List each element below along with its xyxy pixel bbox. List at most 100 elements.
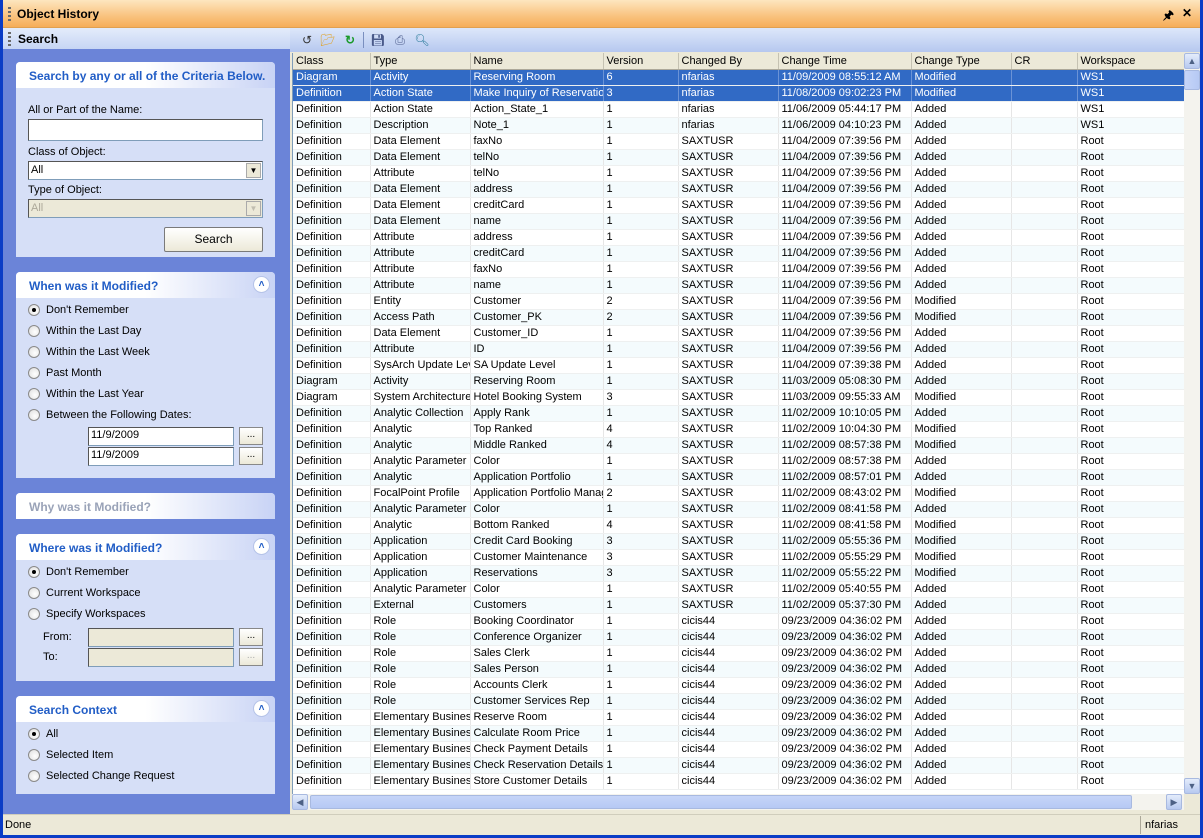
when-option-dont-remember[interactable]: Don't Remember xyxy=(28,304,129,316)
table-row[interactable]: Definition Entity Customer 2 SAXTUSR 11/04/20… xyxy=(293,293,1184,310)
when-option-last-year[interactable]: Within the Last Year xyxy=(28,388,144,400)
table-row[interactable]: Definition Description Note_1 1 nfarias 11/06… xyxy=(293,117,1184,134)
when-option-last-day[interactable]: Within the Last Day xyxy=(28,325,141,337)
radio-icon[interactable] xyxy=(28,367,40,379)
date-from-picker-button[interactable]: ... xyxy=(239,427,263,445)
refresh-icon[interactable]: ↻ xyxy=(342,32,358,48)
table-row[interactable]: Definition Access Path Customer_PK 2 SAXTUSR… xyxy=(293,309,1184,326)
radio-icon[interactable] xyxy=(28,388,40,400)
table-row[interactable]: Definition Analytic Middle Ranked 4 SAXTUSR 1… xyxy=(293,437,1184,454)
chevron-down-icon[interactable]: ▼ xyxy=(246,201,261,216)
table-row[interactable]: Diagram System Architecture Hotel Booking … xyxy=(293,389,1184,406)
table-row[interactable]: Definition Attribute name 1 SAXTUSR 11/04/200… xyxy=(293,277,1184,294)
vertical-scroll-thumb[interactable] xyxy=(1184,70,1200,90)
column-header-type[interactable]: Type xyxy=(370,53,471,70)
when-option-last-week[interactable]: Within the Last Week xyxy=(28,346,150,358)
radio-selected-icon[interactable] xyxy=(28,566,40,578)
find-icon[interactable]: 🔍︎ xyxy=(414,32,430,48)
vertical-scrollbar[interactable]: ▲ ▼ xyxy=(1184,53,1200,794)
table-row[interactable]: Definition Elementary Busines: Check Payme… xyxy=(293,741,1184,758)
date-from-input[interactable]: 11/9/2009 xyxy=(88,427,234,446)
collapse-icon[interactable]: ˄ xyxy=(253,700,270,717)
radio-selected-icon[interactable] xyxy=(28,304,40,316)
table-row[interactable]: Definition Data Element address 1 SAXTUSR 11/… xyxy=(293,181,1184,198)
history-icon[interactable]: ↺ xyxy=(299,32,315,48)
table-row[interactable]: Definition Attribute faxNo 1 SAXTUSR 11/04/20… xyxy=(293,261,1184,278)
close-icon[interactable]: ✕ xyxy=(1182,6,1192,27)
when-option-between-dates[interactable]: Between the Following Dates: xyxy=(28,409,192,421)
search-button[interactable]: Search xyxy=(164,227,263,252)
scroll-down-icon[interactable]: ▼ xyxy=(1184,778,1200,794)
table-row[interactable]: Definition Data Element name 1 SAXTUSR 11/04/… xyxy=(293,213,1184,230)
when-option-past-month[interactable]: Past Month xyxy=(28,367,102,379)
column-header-version[interactable]: Version xyxy=(603,53,679,70)
table-row[interactable]: Definition Data Element Customer_ID 1 SAXTUS… xyxy=(293,325,1184,342)
radio-icon[interactable] xyxy=(28,325,40,337)
table-row[interactable]: Definition Application Customer Maintenanc… xyxy=(293,549,1184,566)
table-row[interactable]: Definition Role Booking Coordinator 1 cicis4… xyxy=(293,613,1184,630)
table-row[interactable]: Definition Elementary Busines: Reserve Roo… xyxy=(293,709,1184,726)
from-workspace-browse-button[interactable]: ... xyxy=(239,628,263,646)
pin-icon[interactable]: 🖈︎ xyxy=(1163,6,1174,27)
table-row[interactable]: Definition Role Accounts Clerk 1 cicis44 09/2… xyxy=(293,677,1184,694)
where-option-current-workspace[interactable]: Current Workspace xyxy=(28,587,141,599)
context-option-all[interactable]: All xyxy=(28,728,58,740)
to-workspace-browse-button[interactable]: ... xyxy=(239,648,263,666)
table-row[interactable]: Definition Analytic Bottom Ranked 4 SAXTUSR 1… xyxy=(293,517,1184,534)
table-row[interactable]: Definition Attribute creditCard 1 SAXTUSR 11/… xyxy=(293,245,1184,262)
why-heading[interactable]: Why was it Modified? xyxy=(29,500,151,514)
collapse-icon[interactable]: ˄ xyxy=(253,276,270,293)
table-row[interactable]: Diagram Activity Reserving Room 6 nfarias 11/… xyxy=(293,69,1184,86)
table-row[interactable]: Definition Analytic Parameter Color 1 SAXTUS… xyxy=(293,581,1184,598)
table-row[interactable]: Definition Attribute telNo 1 SAXTUSR 11/04/20… xyxy=(293,165,1184,182)
save-icon[interactable]: 💾︎ xyxy=(370,32,386,48)
horizontal-scrollbar[interactable]: ◀ ▶ xyxy=(292,794,1184,810)
table-row[interactable]: Definition Elementary Busines: Store Custo… xyxy=(293,773,1184,790)
column-header-changed-by[interactable]: Changed By xyxy=(678,53,779,70)
type-select[interactable]: All ▼ xyxy=(28,199,263,218)
collapse-icon[interactable]: ˄ xyxy=(253,538,270,555)
column-header-workspace[interactable]: Workspace xyxy=(1077,53,1184,70)
table-row[interactable]: Definition Data Element faxNo 1 SAXTUSR 11/04… xyxy=(293,133,1184,150)
table-row[interactable]: Definition Elementary Busines: Check Reser… xyxy=(293,757,1184,774)
horizontal-scroll-thumb[interactable] xyxy=(310,795,1132,809)
table-row[interactable]: Definition Application Reservations 3 SAXTUS… xyxy=(293,565,1184,582)
context-option-selected-change-request[interactable]: Selected Change Request xyxy=(28,770,174,782)
table-row[interactable]: Definition Role Customer Services Rep 1 cici… xyxy=(293,693,1184,710)
radio-icon[interactable] xyxy=(28,409,40,421)
name-input[interactable] xyxy=(28,119,263,141)
column-header-class[interactable]: Class xyxy=(293,53,371,70)
table-row[interactable]: Definition Analytic Collection Apply Rank 1… xyxy=(293,405,1184,422)
column-header-cr[interactable]: CR xyxy=(1011,53,1078,70)
table-row[interactable]: Diagram Activity Reserving Room 1 SAXTUSR 11/… xyxy=(293,373,1184,390)
radio-icon[interactable] xyxy=(28,346,40,358)
context-option-selected-item[interactable]: Selected Item xyxy=(28,749,113,761)
where-option-specify-workspaces[interactable]: Specify Workspaces xyxy=(28,608,145,620)
table-row[interactable]: Definition Role Sales Person 1 cicis44 09/23/… xyxy=(293,661,1184,678)
why-modified-panel[interactable]: Why was it Modified? xyxy=(16,493,275,519)
table-row[interactable]: Definition Analytic Parameter Color 1 SAXTUS… xyxy=(293,453,1184,470)
table-row[interactable]: Definition Action State Make Inquiry of Re… xyxy=(293,85,1184,102)
to-workspace-input[interactable] xyxy=(88,648,234,667)
table-row[interactable]: Definition Application Credit Card Booking… xyxy=(293,533,1184,550)
open-folder-icon[interactable]: 📂︎ xyxy=(320,32,336,48)
date-to-picker-button[interactable]: ... xyxy=(239,447,263,465)
table-row[interactable]: Definition Analytic Application Portfolio 1… xyxy=(293,469,1184,486)
table-row[interactable]: Definition Role Sales Clerk 1 cicis44 09/23/2… xyxy=(293,645,1184,662)
radio-icon[interactable] xyxy=(28,608,40,620)
table-row[interactable]: Definition Attribute ID 1 SAXTUSR 11/04/2009 … xyxy=(293,341,1184,358)
scroll-left-icon[interactable]: ◀ xyxy=(292,794,308,810)
table-row[interactable]: Definition Attribute address 1 SAXTUSR 11/04/… xyxy=(293,229,1184,246)
table-row[interactable]: Definition Data Element creditCard 1 SAXTUSR… xyxy=(293,197,1184,214)
table-row[interactable]: Definition FocalPoint Profile Application … xyxy=(293,485,1184,502)
table-row[interactable]: Definition Action State Action_State_1 1 nfa… xyxy=(293,101,1184,118)
table-row[interactable]: Definition Analytic Parameter Color 1 SAXTUS… xyxy=(293,501,1184,518)
column-header-change-type[interactable]: Change Type xyxy=(911,53,1012,70)
date-to-input[interactable]: 11/9/2009 xyxy=(88,447,234,466)
column-header-name[interactable]: Name xyxy=(470,53,604,70)
chevron-down-icon[interactable]: ▼ xyxy=(246,163,261,178)
radio-icon[interactable] xyxy=(28,587,40,599)
radio-icon[interactable] xyxy=(28,770,40,782)
print-icon[interactable]: ⎙ xyxy=(392,32,408,48)
radio-icon[interactable] xyxy=(28,749,40,761)
